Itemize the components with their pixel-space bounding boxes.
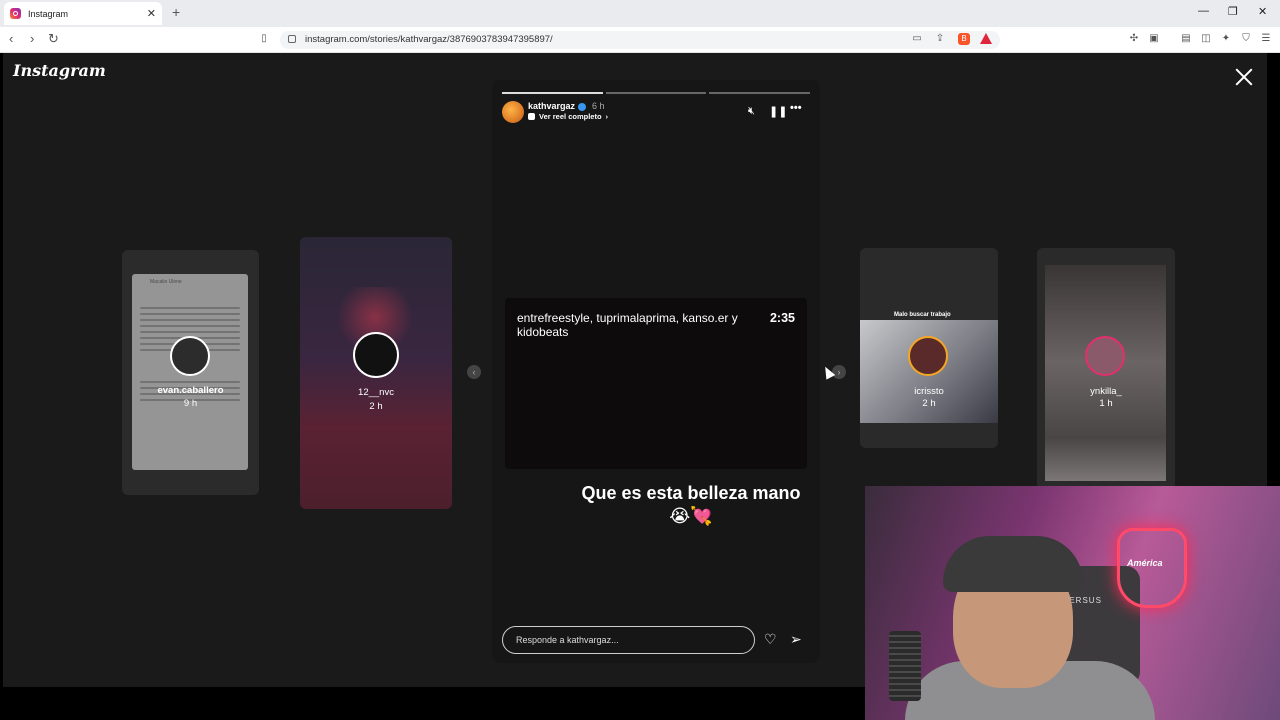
preview-header: Malo buscar trabajo xyxy=(894,312,951,318)
instagram-logo[interactable]: Instagram xyxy=(13,61,106,80)
browser-toolbar: ‹ › ↻ ▯ instagram.com/stories/kathvargaz… xyxy=(0,27,1280,53)
story-time: 6 h xyxy=(592,101,605,111)
bookmark-icon[interactable]: ▯ xyxy=(258,33,270,45)
new-tab-button[interactable]: + xyxy=(172,4,180,20)
preview-username: 12__nvc xyxy=(358,387,394,398)
progress-segment xyxy=(502,92,603,94)
close-stories-icon[interactable] xyxy=(1234,67,1254,87)
story-preview-ynkilla[interactable]: ynkilla_ 1 h xyxy=(1037,248,1175,490)
instagram-favicon-icon xyxy=(10,8,21,19)
share-icon[interactable]: ⇪ xyxy=(934,33,946,45)
previous-story-button[interactable]: ‹ xyxy=(467,365,481,379)
story-preview-evan-caballero[interactable]: Macalio Ulene evan.caballero 9 h xyxy=(122,250,259,495)
window-close-button[interactable]: ✕ xyxy=(1258,5,1267,18)
avatar[interactable] xyxy=(502,101,524,123)
reel-link-label: Ver reel completo xyxy=(539,112,602,121)
streamer-cap xyxy=(943,536,1083,592)
wallet-icon[interactable]: ◫ xyxy=(1200,33,1212,45)
more-options-icon[interactable]: ••• xyxy=(790,102,802,114)
story-preview-icrissto[interactable]: Malo buscar trabajo icrissto 2 h xyxy=(860,248,998,448)
story-progress xyxy=(502,92,811,94)
verified-icon xyxy=(578,102,587,111)
forward-icon[interactable]: › xyxy=(30,31,34,46)
avatar xyxy=(353,332,399,378)
brave-shields-icon[interactable]: B xyxy=(958,33,970,45)
cast-icon[interactable]: ▭ xyxy=(911,33,923,45)
story-preview-12-nvc[interactable]: 12__nvc 2 h xyxy=(300,237,452,509)
chevron-right-icon: › xyxy=(605,112,609,121)
neon-sign xyxy=(1117,528,1187,608)
pause-icon[interactable]: ❚❚ xyxy=(769,105,787,118)
reload-icon[interactable]: ↻ xyxy=(48,31,59,47)
progress-segment xyxy=(605,92,707,94)
tab-close-icon[interactable]: ✕ xyxy=(147,7,156,20)
tab-instagram[interactable]: Instagram ✕ xyxy=(4,2,162,25)
view-full-reel-link[interactable]: Ver reel completo › xyxy=(528,112,608,121)
muted-icon[interactable]: 🔇︎ xyxy=(748,105,755,118)
story-header: kathvargaz 6 h xyxy=(528,101,605,111)
reel-icon xyxy=(528,113,535,120)
reply-input[interactable]: Responde a kathvargaz... xyxy=(502,626,755,654)
back-icon[interactable]: ‹ xyxy=(9,31,13,46)
preview-username: icrissto xyxy=(914,386,944,397)
tab-title: Instagram xyxy=(28,8,69,19)
extensions-icon[interactable]: ✣ xyxy=(1128,33,1140,45)
preview-time: 9 h xyxy=(183,398,198,409)
menu-icon[interactable]: ☰ xyxy=(1260,33,1272,45)
neon-sign-text: América xyxy=(1127,558,1163,568)
maximize-button[interactable]: ❐ xyxy=(1228,5,1238,18)
sidebar-icon[interactable]: ▤ xyxy=(1180,33,1192,45)
brave-rewards-icon[interactable] xyxy=(980,33,992,45)
story-caption: Que es esta belleza mano 😭💘 xyxy=(581,483,801,526)
progress-segment xyxy=(709,92,811,94)
send-icon[interactable]: ➢ xyxy=(790,631,802,648)
leo-ai-icon[interactable]: ✦ xyxy=(1220,33,1232,45)
avatar xyxy=(908,336,948,376)
story-username[interactable]: kathvargaz xyxy=(528,101,575,111)
browser-tab-bar: Instagram ✕ + — ❐ ✕ xyxy=(0,0,1280,27)
preview-card-header: Macalio Ulene xyxy=(150,279,182,285)
address-bar[interactable]: instagram.com/stories/kathvargaz/3876903… xyxy=(280,31,1000,49)
vpn-icon[interactable]: ⛉ xyxy=(1240,33,1252,45)
video-title: entrefreestyle, tuprimalaprima, kanso.er… xyxy=(517,311,738,339)
webcam-overlay: VERSUS América xyxy=(865,486,1280,720)
reel-video-preview[interactable]: entrefreestyle, tuprimalaprima, kanso.er… xyxy=(505,298,807,469)
preview-time: 2 h xyxy=(922,398,936,409)
minimize-button[interactable]: — xyxy=(1198,5,1209,17)
like-heart-icon[interactable]: ♡ xyxy=(764,631,777,648)
tab-search-icon[interactable]: ▣ xyxy=(1148,33,1160,45)
microphone xyxy=(889,631,921,701)
avatar xyxy=(170,336,210,376)
video-duration: 2:35 xyxy=(769,311,795,325)
preview-username: ynkilla_ xyxy=(1090,386,1122,397)
preview-time: 2 h xyxy=(369,401,383,412)
site-info-icon[interactable] xyxy=(288,35,296,43)
preview-time: 1 h xyxy=(1099,398,1113,409)
preview-username: evan.caballero xyxy=(157,385,224,396)
avatar xyxy=(1085,336,1125,376)
